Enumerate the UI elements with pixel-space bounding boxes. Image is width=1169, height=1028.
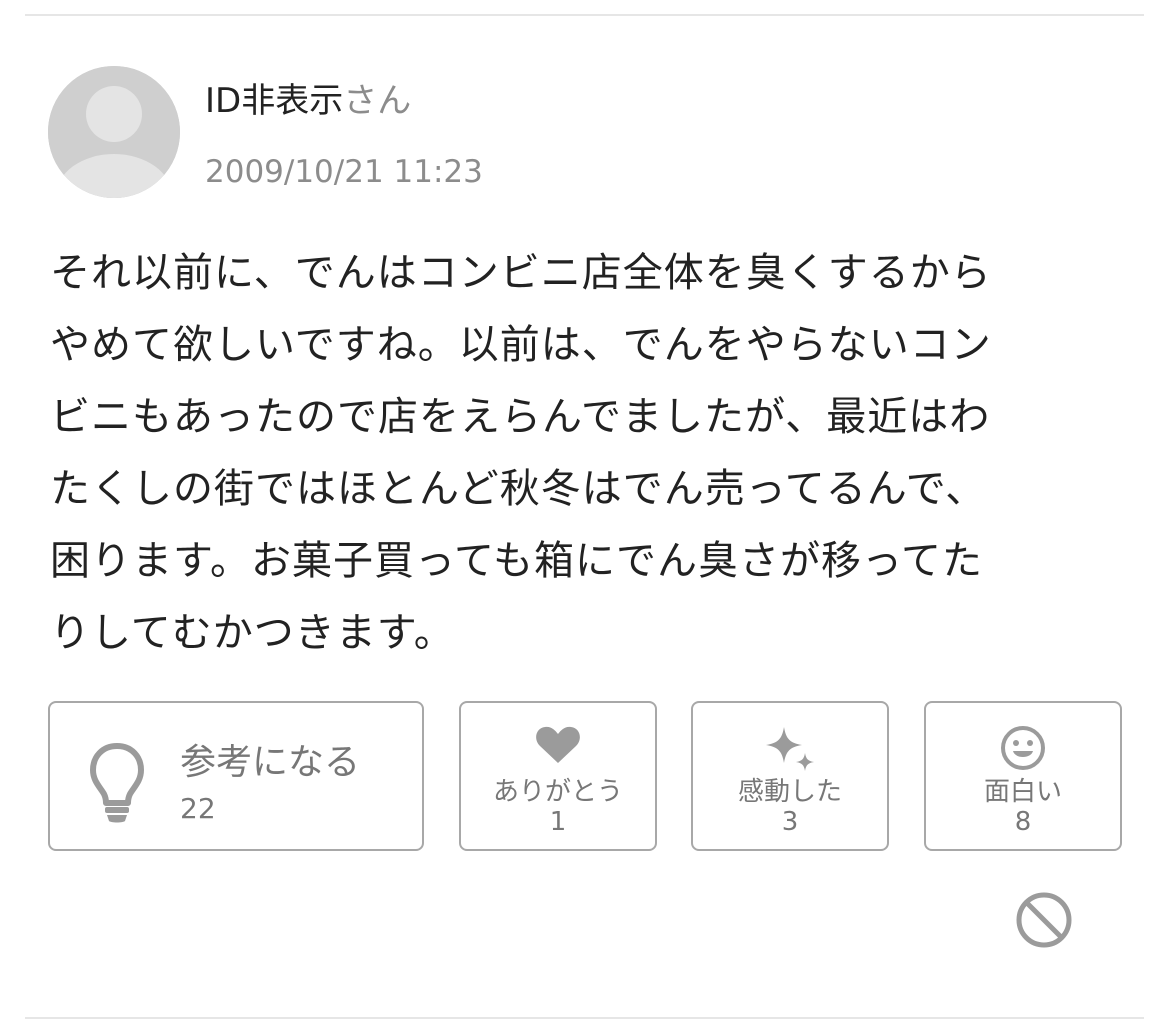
thanks-label: ありがとう (492, 777, 623, 807)
thanks-reaction-button[interactable]: ありがとう 1 (459, 701, 657, 851)
user-avatar (48, 66, 180, 198)
block-icon (1016, 892, 1072, 948)
report-button[interactable] (1013, 889, 1075, 951)
answer-line: たくしの街ではほとんど秋冬はでん売ってるんで、 (50, 466, 987, 512)
moved-count: 3 (781, 807, 799, 837)
top-divider (25, 14, 1144, 16)
moved-label: 感動した (737, 777, 842, 807)
lightbulb-icon (88, 741, 146, 829)
answer-line: りしてむかつきます。 (50, 610, 455, 656)
moved-reaction-button[interactable]: 感動した 3 (691, 701, 889, 851)
author-name[interactable]: ID非表示さん (205, 80, 411, 122)
thanks-count: 1 (549, 807, 567, 837)
smiley-icon (926, 725, 1120, 770)
author-id-text[interactable]: ID非表示 (205, 81, 343, 121)
answer-line: それ以前に、でんはコンビニ店全体を臭くするから (50, 250, 992, 296)
bottom-divider (25, 1017, 1144, 1019)
default-user-avatar-icon (48, 66, 180, 198)
helpful-label: 参考になる (180, 742, 361, 783)
funny-reaction-button[interactable]: 面白い 8 (924, 701, 1122, 851)
funny-count: 8 (1014, 807, 1032, 837)
answer-line: ビニもあったので店をえらんでましたが、最近はわ (50, 394, 991, 440)
funny-label: 面白い (983, 777, 1062, 807)
sparkle-icon (693, 725, 887, 771)
helpful-count: 22 (180, 792, 216, 825)
answer-body: それ以前に、でんはコンビニ店全体を臭くするから やめて欲しいですね。以前は、でん… (50, 237, 1090, 669)
heart-icon (461, 725, 655, 769)
answer-timestamp: 2009/10/21 11:23 (205, 154, 483, 190)
answer-line: 困ります。お菓子買っても箱にでん臭さが移ってた (50, 538, 983, 584)
answer-line: やめて欲しいですね。以前は、でんをやらないコン (50, 322, 992, 368)
helpful-reaction-button[interactable]: 参考になる 22 (48, 701, 424, 851)
author-suffix: さん (343, 81, 412, 121)
